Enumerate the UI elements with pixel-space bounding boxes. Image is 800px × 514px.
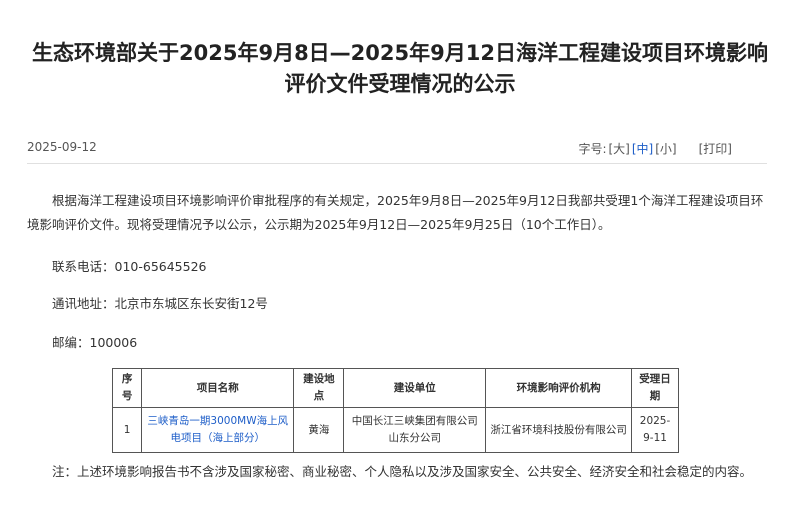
contact-phone: 联系电话：010-65645526: [52, 259, 207, 274]
header-location: 建设地点: [293, 368, 345, 408]
cell-seq: 1: [111, 407, 143, 453]
table-header-row: 序号 项目名称 建设地点 建设单位 环境影响评价机构 受理日期: [111, 368, 679, 408]
toolbar-spacer: [679, 140, 697, 157]
font-size-large-link[interactable]: [大]: [609, 140, 630, 157]
header-seq: 序号: [111, 368, 143, 408]
article-toolbar: 字号: [大] [中] [小] [打印]: [578, 140, 732, 157]
intro-paragraph: 根据海洋工程建设项目环境影响评价审批程序的有关规定，2025年9月8日—2025…: [27, 193, 764, 232]
header-project-name: 项目名称: [141, 368, 295, 408]
cell-accept-date: 2025-9-11: [631, 407, 679, 453]
print-link[interactable]: [打印]: [699, 140, 732, 157]
header-accept-date: 受理日期: [631, 368, 679, 408]
cell-builder: 中国长江三峡集团有限公司山东分公司: [343, 407, 487, 453]
cell-eia-agency: 浙江省环境科技股份有限公司: [485, 407, 633, 453]
header-eia-agency: 环境影响评价机构: [485, 368, 633, 408]
project-name-link[interactable]: 三峡青岛一期3000MW海上风电项目（海上部分）: [141, 407, 295, 453]
font-size-label: 字号:: [578, 142, 607, 156]
meta-divider: [27, 163, 767, 164]
header-builder: 建设单位: [343, 368, 487, 408]
contact-address: 通讯地址：北京市东城区东长安街12号: [52, 296, 268, 311]
project-table: 序号 项目名称 建设地点 建设单位 环境影响评价机构 受理日期 1 三峡青岛一期…: [111, 368, 679, 453]
page: 生态环境部关于2025年9月8日—2025年9月12日海洋工程建设项目环境影响评…: [0, 0, 800, 514]
font-size-small-link[interactable]: [小]: [655, 140, 676, 157]
postcode: 邮编：100006: [52, 335, 138, 350]
publish-date: 2025-09-12: [27, 140, 97, 154]
note-paragraph: 注：上述环境影响报告书不含涉及国家秘密、商业秘密、个人隐私以及涉及国家安全、公共…: [52, 464, 753, 479]
table-row: 1 三峡青岛一期3000MW海上风电项目（海上部分） 黄海 中国长江三峡集团有限…: [111, 407, 679, 453]
font-size-medium-link[interactable]: [中]: [632, 140, 653, 157]
article-title: 生态环境部关于2025年9月8日—2025年9月12日海洋工程建设项目环境影响评…: [32, 41, 768, 96]
cell-location: 黄海: [293, 407, 345, 453]
